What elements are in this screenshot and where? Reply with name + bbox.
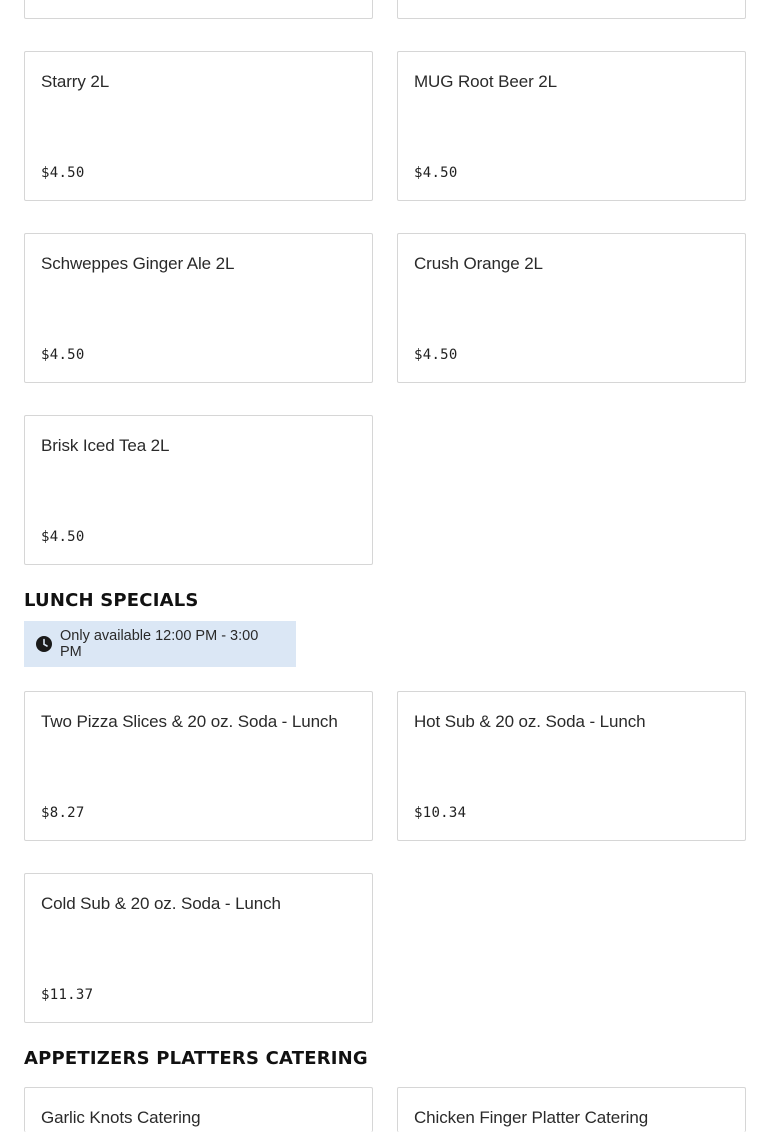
section-title-appetizers: APPETIZERS PLATTERS CATERING <box>24 1048 368 1069</box>
menu-item-name: Two Pizza Slices & 20 oz. Soda - Lunch <box>41 712 338 731</box>
menu-item-price: $4.50 <box>41 529 85 545</box>
menu-item-card[interactable]: Starry 2L $4.50 <box>24 51 373 201</box>
section-title-lunch-specials: LUNCH SPECIALS <box>24 590 199 611</box>
menu-item-card[interactable] <box>24 0 373 19</box>
menu-item-price: $4.50 <box>41 165 85 181</box>
menu-item-card[interactable]: Garlic Knots Catering <box>24 1087 373 1132</box>
menu-item-name: Crush Orange 2L <box>414 254 543 273</box>
availability-text: Only available 12:00 PM - 3:00 PM <box>60 628 259 660</box>
menu-item-name: Chicken Finger Platter Catering <box>414 1108 649 1127</box>
menu-item-card[interactable]: Two Pizza Slices & 20 oz. Soda - Lunch $… <box>24 691 373 841</box>
menu-item-card[interactable]: Chicken Finger Platter Catering <box>397 1087 746 1132</box>
menu-item-price: $4.50 <box>41 347 85 363</box>
menu-item-card[interactable]: MUG Root Beer 2L $4.50 <box>397 51 746 201</box>
menu-item-price: $11.37 <box>41 987 94 1003</box>
menu-item-name: Cold Sub & 20 oz. Soda - Lunch <box>41 894 281 913</box>
menu-item-name: Starry 2L <box>41 72 110 91</box>
menu-item-name: Hot Sub & 20 oz. Soda - Lunch <box>414 712 646 731</box>
menu-item-card[interactable] <box>397 0 746 19</box>
menu-item-price: $4.50 <box>414 347 458 363</box>
menu-item-name: Schweppes Ginger Ale 2L <box>41 254 235 273</box>
menu-item-name: Garlic Knots Catering <box>41 1108 201 1127</box>
availability-banner: Only available 12:00 PM - 3:00 PM <box>24 621 296 667</box>
menu-item-name: MUG Root Beer 2L <box>414 72 557 91</box>
menu-item-card[interactable]: Hot Sub & 20 oz. Soda - Lunch $10.34 <box>397 691 746 841</box>
menu-item-card[interactable]: Brisk Iced Tea 2L $4.50 <box>24 415 373 565</box>
menu-item-price: $4.50 <box>414 165 458 181</box>
menu-item-card[interactable]: Cold Sub & 20 oz. Soda - Lunch $11.37 <box>24 873 373 1023</box>
menu-item-price: $10.34 <box>414 805 467 821</box>
menu-item-card[interactable]: Crush Orange 2L $4.50 <box>397 233 746 383</box>
menu-item-name: Brisk Iced Tea 2L <box>41 436 170 455</box>
menu-item-card[interactable]: Schweppes Ginger Ale 2L $4.50 <box>24 233 373 383</box>
menu-item-price: $8.27 <box>41 805 85 821</box>
clock-icon <box>36 636 52 652</box>
